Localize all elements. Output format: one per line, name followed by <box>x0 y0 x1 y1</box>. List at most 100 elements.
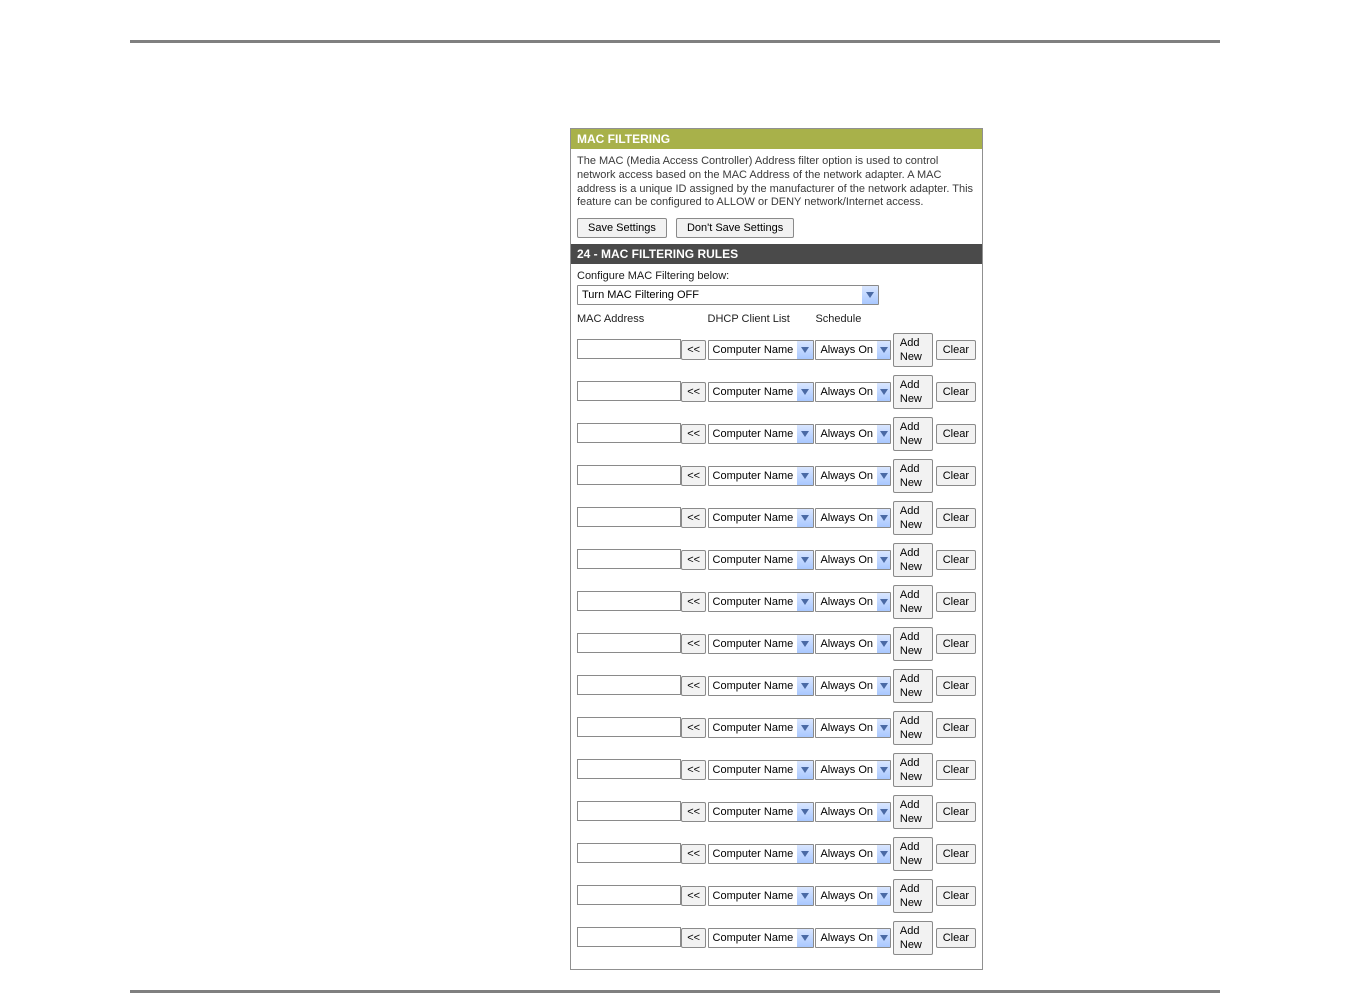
add-new-button[interactable]: Add New <box>893 333 933 367</box>
mode-select[interactable]: Turn MAC Filtering OFF <box>577 285 879 305</box>
add-new-button[interactable]: Add New <box>893 753 933 787</box>
client-select[interactable]: Computer Name <box>708 928 814 948</box>
client-select[interactable]: Computer Name <box>708 886 814 906</box>
table-row: << Computer Name Always On Add New Clear <box>577 375 976 409</box>
copy-button[interactable]: << <box>681 382 706 402</box>
add-new-button[interactable]: Add New <box>893 501 933 535</box>
mac-input[interactable] <box>577 507 681 527</box>
mac-input[interactable] <box>577 843 681 863</box>
mac-input[interactable] <box>577 381 681 401</box>
add-new-button[interactable]: Add New <box>893 669 933 703</box>
schedule-select[interactable]: Always On <box>815 424 891 444</box>
copy-button[interactable]: << <box>681 466 706 486</box>
schedule-select[interactable]: Always On <box>815 760 891 780</box>
clear-button[interactable]: Clear <box>936 760 976 780</box>
schedule-select-value: Always On <box>816 512 877 524</box>
client-select[interactable]: Computer Name <box>708 382 814 402</box>
client-select[interactable]: Computer Name <box>708 466 814 486</box>
copy-button[interactable]: << <box>681 508 706 528</box>
clear-button[interactable]: Clear <box>936 550 976 570</box>
client-select[interactable]: Computer Name <box>708 508 814 528</box>
clear-button[interactable]: Clear <box>936 424 976 444</box>
add-new-button[interactable]: Add New <box>893 417 933 451</box>
client-select[interactable]: Computer Name <box>708 844 814 864</box>
add-new-button[interactable]: Add New <box>893 375 933 409</box>
client-select[interactable]: Computer Name <box>708 634 814 654</box>
mac-input[interactable] <box>577 759 681 779</box>
client-select[interactable]: Computer Name <box>708 592 814 612</box>
add-new-button[interactable]: Add New <box>893 585 933 619</box>
mac-input[interactable] <box>577 423 681 443</box>
copy-button[interactable]: << <box>681 886 706 906</box>
copy-button[interactable]: << <box>681 634 706 654</box>
clear-button[interactable]: Clear <box>936 802 976 822</box>
client-select[interactable]: Computer Name <box>708 676 814 696</box>
copy-button[interactable]: << <box>681 340 706 360</box>
clear-button[interactable]: Clear <box>936 340 976 360</box>
copy-button[interactable]: << <box>681 550 706 570</box>
chevron-down-icon <box>797 551 812 569</box>
schedule-select[interactable]: Always On <box>815 802 891 822</box>
copy-button[interactable]: << <box>681 802 706 822</box>
schedule-select[interactable]: Always On <box>815 676 891 696</box>
clear-button[interactable]: Clear <box>936 928 976 948</box>
copy-button[interactable]: << <box>681 844 706 864</box>
schedule-select[interactable]: Always On <box>815 886 891 906</box>
add-new-button[interactable]: Add New <box>893 711 933 745</box>
schedule-select[interactable]: Always On <box>815 466 891 486</box>
add-new-button[interactable]: Add New <box>893 795 933 829</box>
schedule-select[interactable]: Always On <box>815 844 891 864</box>
save-settings-button[interactable]: Save Settings <box>577 218 667 238</box>
schedule-select[interactable]: Always On <box>815 508 891 528</box>
client-select[interactable]: Computer Name <box>708 760 814 780</box>
copy-button[interactable]: << <box>681 676 706 696</box>
clear-button[interactable]: Clear <box>936 592 976 612</box>
client-select-value: Computer Name <box>709 470 798 482</box>
mac-input[interactable] <box>577 801 681 821</box>
add-new-button[interactable]: Add New <box>893 459 933 493</box>
add-new-button[interactable]: Add New <box>893 627 933 661</box>
schedule-select[interactable]: Always On <box>815 928 891 948</box>
schedule-select[interactable]: Always On <box>815 592 891 612</box>
client-select[interactable]: Computer Name <box>708 424 814 444</box>
copy-button[interactable]: << <box>681 760 706 780</box>
copy-button[interactable]: << <box>681 718 706 738</box>
clear-button[interactable]: Clear <box>936 508 976 528</box>
mac-input[interactable] <box>577 885 681 905</box>
chevron-down-icon <box>797 425 812 443</box>
client-select[interactable]: Computer Name <box>708 802 814 822</box>
table-row: << Computer Name Always On Add New Clear <box>577 627 976 661</box>
clear-button[interactable]: Clear <box>936 718 976 738</box>
clear-button[interactable]: Clear <box>936 382 976 402</box>
mac-input[interactable] <box>577 339 681 359</box>
mac-input[interactable] <box>577 675 681 695</box>
schedule-select[interactable]: Always On <box>815 550 891 570</box>
client-select[interactable]: Computer Name <box>708 550 814 570</box>
clear-button[interactable]: Clear <box>936 844 976 864</box>
clear-button[interactable]: Clear <box>936 886 976 906</box>
copy-button[interactable]: << <box>681 928 706 948</box>
mac-input[interactable] <box>577 927 681 947</box>
clear-button[interactable]: Clear <box>936 676 976 696</box>
schedule-select[interactable]: Always On <box>815 382 891 402</box>
add-new-button[interactable]: Add New <box>893 837 933 871</box>
schedule-select[interactable]: Always On <box>815 340 891 360</box>
clear-button[interactable]: Clear <box>936 466 976 486</box>
mac-input[interactable] <box>577 591 681 611</box>
clear-button[interactable]: Clear <box>936 634 976 654</box>
mac-input[interactable] <box>577 465 681 485</box>
dont-save-settings-button[interactable]: Don't Save Settings <box>676 218 794 238</box>
copy-button[interactable]: << <box>681 592 706 612</box>
add-new-button[interactable]: Add New <box>893 879 933 913</box>
mac-input[interactable] <box>577 549 681 569</box>
add-new-button[interactable]: Add New <box>893 543 933 577</box>
client-select[interactable]: Computer Name <box>708 718 814 738</box>
mac-input[interactable] <box>577 633 681 653</box>
copy-button[interactable]: << <box>681 424 706 444</box>
mac-input[interactable] <box>577 717 681 737</box>
chevron-down-icon <box>877 887 890 905</box>
schedule-select[interactable]: Always On <box>815 634 891 654</box>
schedule-select[interactable]: Always On <box>815 718 891 738</box>
add-new-button[interactable]: Add New <box>893 921 933 955</box>
client-select[interactable]: Computer Name <box>708 340 814 360</box>
